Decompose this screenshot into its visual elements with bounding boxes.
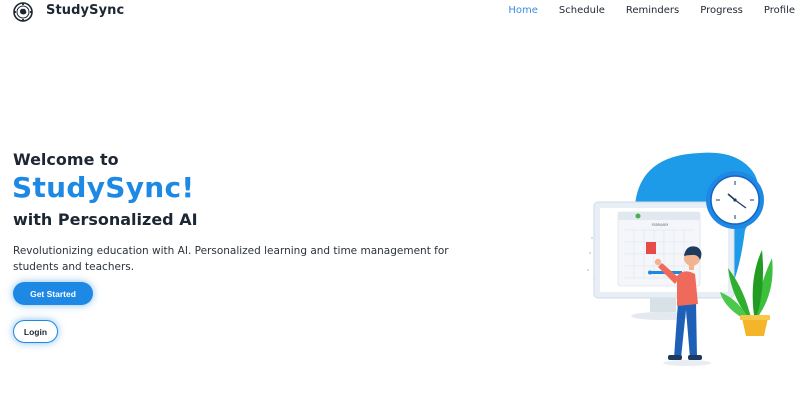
nav-links: Home Schedule Reminders Progress Profile: [487, 5, 795, 16]
brand-name[interactable]: StudySync: [46, 3, 124, 18]
nav-item-schedule[interactable]: Schedule: [559, 5, 605, 16]
hero-illustration: FEBRUARY: [587, 152, 773, 366]
hero-subtitle: with Personalized AI: [13, 210, 198, 229]
nav-item-profile[interactable]: Profile: [764, 5, 795, 16]
hero-brand-title: StudySync!: [12, 171, 195, 204]
calendar-month: FEBRUARY: [652, 223, 669, 227]
brain-gear-icon[interactable]: [13, 2, 33, 22]
nav-item-reminders[interactable]: Reminders: [626, 5, 679, 16]
clock-icon: [706, 171, 764, 229]
hero-welcome: Welcome to: [13, 150, 119, 169]
navbar: StudySync Home Schedule Reminders Progre…: [0, 0, 806, 24]
login-button[interactable]: Login: [13, 320, 58, 343]
highlighted-date: [646, 242, 656, 254]
hero-description: Revolutionizing education with AI. Perso…: [13, 245, 449, 273]
nav-item-progress[interactable]: Progress: [700, 5, 743, 16]
get-started-button[interactable]: Get Started: [13, 282, 93, 305]
nav-item-home[interactable]: Home: [508, 5, 538, 16]
